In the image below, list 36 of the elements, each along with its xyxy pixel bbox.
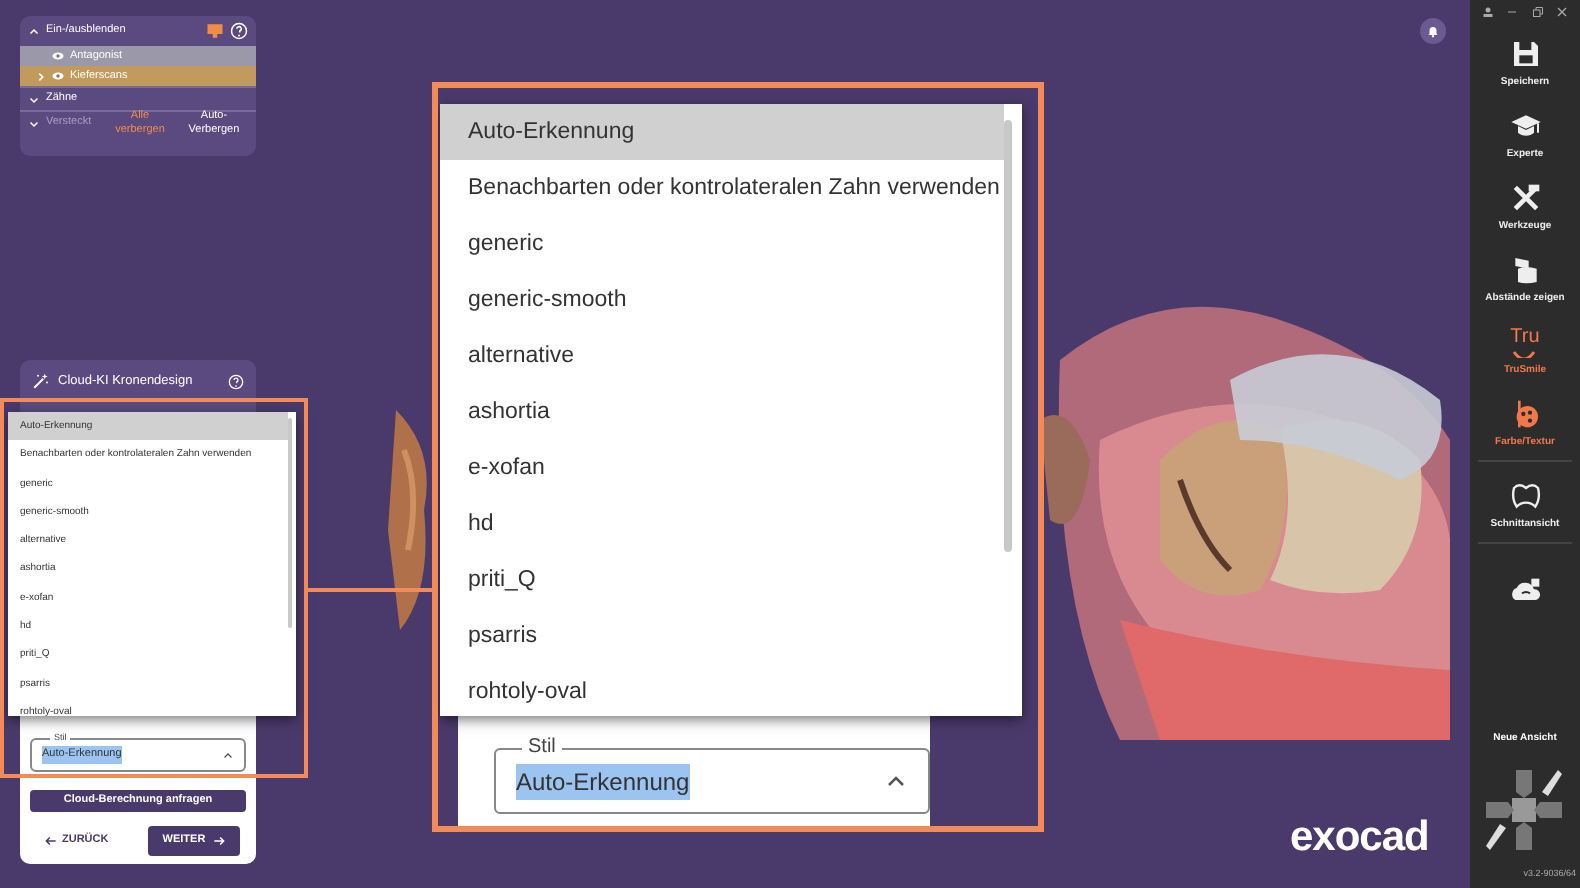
eye-icon xyxy=(52,70,64,82)
close-icon xyxy=(1555,6,1568,18)
monitor-icon xyxy=(206,22,224,40)
dropdown-option[interactable]: alternative xyxy=(440,328,1004,384)
dropdown-option[interactable]: psarris xyxy=(440,608,1004,664)
field-label: Stil xyxy=(522,738,562,758)
field-value: Auto-Erkennung xyxy=(516,763,690,799)
dropdown-option[interactable]: hd xyxy=(440,496,1004,552)
minimize-icon xyxy=(1506,6,1519,18)
user-icon xyxy=(1482,6,1495,18)
scrollbar[interactable] xyxy=(1004,120,1012,552)
dropdown-option[interactable]: e-xofan xyxy=(440,440,1004,496)
magic-wand-icon xyxy=(32,372,50,391)
smile-logo-icon: Tru xyxy=(1510,327,1540,357)
chevron-up-icon xyxy=(222,749,234,761)
dropdown-option[interactable]: ashortia xyxy=(440,384,1004,440)
notification-icon[interactable] xyxy=(1420,18,1446,44)
tooth-outline-icon xyxy=(1509,479,1541,511)
scrollbar[interactable] xyxy=(288,418,292,628)
dropdown-option[interactable]: priti_Q xyxy=(440,552,1004,608)
eye-icon xyxy=(52,50,64,62)
dropdown-option[interactable]: generic-smooth xyxy=(440,272,1004,328)
chevron-right-icon xyxy=(36,71,46,81)
arrow-left-icon xyxy=(44,834,58,848)
dropdown-option[interactable]: Benachbarten oder kontrolateralen Zahn verwenden xyxy=(440,160,1004,216)
exocad-logo: exocad xyxy=(1290,816,1429,858)
dropdown-option[interactable]: rohtoly-oval xyxy=(440,664,1004,716)
restore-icon xyxy=(1531,6,1544,18)
tools-icon xyxy=(1509,181,1541,213)
smile-icon xyxy=(1512,347,1537,357)
arrow-right-icon xyxy=(211,834,226,848)
help-icon xyxy=(230,22,248,40)
dropdown-option[interactable]: Auto-Erkennung xyxy=(440,104,1004,160)
dropdown-option[interactable]: generic xyxy=(440,216,1004,272)
help-icon xyxy=(228,373,244,390)
save-icon xyxy=(1509,37,1541,69)
